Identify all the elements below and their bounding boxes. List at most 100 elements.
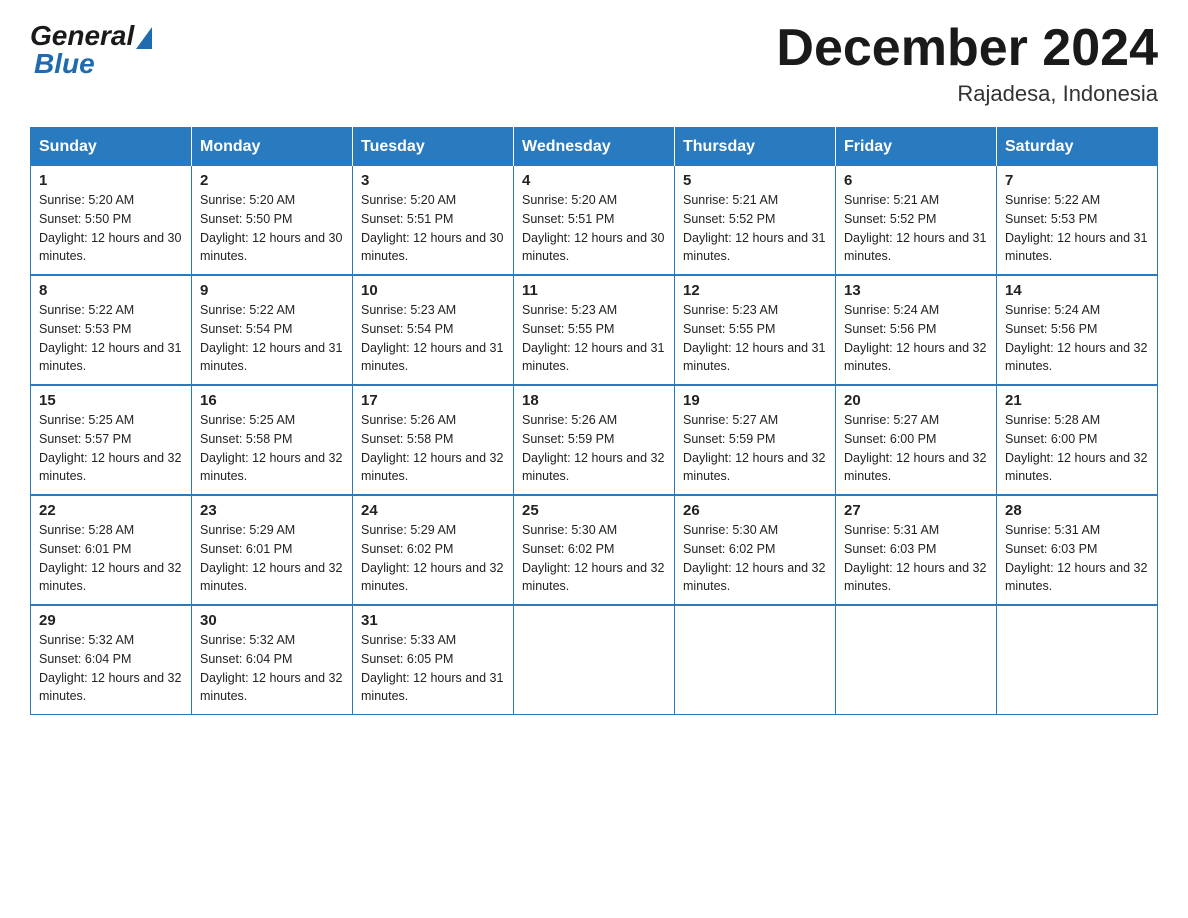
day-info: Sunrise: 5:22 AMSunset: 5:53 PMDaylight:…	[39, 303, 181, 373]
calendar-cell	[997, 605, 1158, 715]
calendar-header-wednesday: Wednesday	[514, 128, 675, 167]
title-section: December 2024 Rajadesa, Indonesia	[776, 20, 1158, 107]
calendar-cell: 13 Sunrise: 5:24 AMSunset: 5:56 PMDaylig…	[836, 275, 997, 385]
day-info: Sunrise: 5:21 AMSunset: 5:52 PMDaylight:…	[844, 193, 986, 263]
day-info: Sunrise: 5:23 AMSunset: 5:55 PMDaylight:…	[522, 303, 664, 373]
day-number: 20	[844, 392, 988, 409]
calendar-cell	[836, 605, 997, 715]
day-info: Sunrise: 5:32 AMSunset: 6:04 PMDaylight:…	[200, 633, 342, 703]
day-number: 27	[844, 502, 988, 519]
day-info: Sunrise: 5:33 AMSunset: 6:05 PMDaylight:…	[361, 633, 503, 703]
day-number: 25	[522, 502, 666, 519]
month-title: December 2024	[776, 20, 1158, 77]
day-info: Sunrise: 5:28 AMSunset: 6:01 PMDaylight:…	[39, 523, 181, 593]
calendar-header-saturday: Saturday	[997, 128, 1158, 167]
calendar-cell: 17 Sunrise: 5:26 AMSunset: 5:58 PMDaylig…	[353, 385, 514, 495]
calendar-cell: 26 Sunrise: 5:30 AMSunset: 6:02 PMDaylig…	[675, 495, 836, 605]
day-info: Sunrise: 5:29 AMSunset: 6:01 PMDaylight:…	[200, 523, 342, 593]
day-number: 18	[522, 392, 666, 409]
calendar-cell: 10 Sunrise: 5:23 AMSunset: 5:54 PMDaylig…	[353, 275, 514, 385]
day-info: Sunrise: 5:27 AMSunset: 6:00 PMDaylight:…	[844, 413, 986, 483]
day-number: 17	[361, 392, 505, 409]
day-number: 5	[683, 172, 827, 189]
logo-blue-text: Blue	[30, 48, 95, 80]
day-number: 13	[844, 282, 988, 299]
day-info: Sunrise: 5:25 AMSunset: 5:57 PMDaylight:…	[39, 413, 181, 483]
calendar-cell: 9 Sunrise: 5:22 AMSunset: 5:54 PMDayligh…	[192, 275, 353, 385]
day-info: Sunrise: 5:28 AMSunset: 6:00 PMDaylight:…	[1005, 413, 1147, 483]
day-number: 12	[683, 282, 827, 299]
calendar-week-row: 15 Sunrise: 5:25 AMSunset: 5:57 PMDaylig…	[31, 385, 1158, 495]
calendar-cell: 2 Sunrise: 5:20 AMSunset: 5:50 PMDayligh…	[192, 166, 353, 275]
day-number: 19	[683, 392, 827, 409]
calendar-week-row: 22 Sunrise: 5:28 AMSunset: 6:01 PMDaylig…	[31, 495, 1158, 605]
day-number: 1	[39, 172, 183, 189]
calendar-cell: 20 Sunrise: 5:27 AMSunset: 6:00 PMDaylig…	[836, 385, 997, 495]
calendar-cell: 6 Sunrise: 5:21 AMSunset: 5:52 PMDayligh…	[836, 166, 997, 275]
calendar-cell: 3 Sunrise: 5:20 AMSunset: 5:51 PMDayligh…	[353, 166, 514, 275]
day-number: 11	[522, 282, 666, 299]
day-info: Sunrise: 5:24 AMSunset: 5:56 PMDaylight:…	[1005, 303, 1147, 373]
calendar-cell: 16 Sunrise: 5:25 AMSunset: 5:58 PMDaylig…	[192, 385, 353, 495]
day-number: 14	[1005, 282, 1149, 299]
calendar-cell: 24 Sunrise: 5:29 AMSunset: 6:02 PMDaylig…	[353, 495, 514, 605]
calendar-cell: 11 Sunrise: 5:23 AMSunset: 5:55 PMDaylig…	[514, 275, 675, 385]
day-number: 2	[200, 172, 344, 189]
day-info: Sunrise: 5:31 AMSunset: 6:03 PMDaylight:…	[1005, 523, 1147, 593]
calendar-header-monday: Monday	[192, 128, 353, 167]
day-info: Sunrise: 5:31 AMSunset: 6:03 PMDaylight:…	[844, 523, 986, 593]
day-number: 31	[361, 612, 505, 629]
calendar-header-tuesday: Tuesday	[353, 128, 514, 167]
calendar-week-row: 1 Sunrise: 5:20 AMSunset: 5:50 PMDayligh…	[31, 166, 1158, 275]
day-number: 10	[361, 282, 505, 299]
calendar-cell	[514, 605, 675, 715]
day-info: Sunrise: 5:23 AMSunset: 5:55 PMDaylight:…	[683, 303, 825, 373]
calendar-cell: 1 Sunrise: 5:20 AMSunset: 5:50 PMDayligh…	[31, 166, 192, 275]
day-info: Sunrise: 5:22 AMSunset: 5:54 PMDaylight:…	[200, 303, 342, 373]
calendar-cell: 25 Sunrise: 5:30 AMSunset: 6:02 PMDaylig…	[514, 495, 675, 605]
calendar-cell: 14 Sunrise: 5:24 AMSunset: 5:56 PMDaylig…	[997, 275, 1158, 385]
day-info: Sunrise: 5:23 AMSunset: 5:54 PMDaylight:…	[361, 303, 503, 373]
calendar-header-sunday: Sunday	[31, 128, 192, 167]
calendar-cell: 19 Sunrise: 5:27 AMSunset: 5:59 PMDaylig…	[675, 385, 836, 495]
calendar-week-row: 8 Sunrise: 5:22 AMSunset: 5:53 PMDayligh…	[31, 275, 1158, 385]
day-number: 24	[361, 502, 505, 519]
calendar-cell: 27 Sunrise: 5:31 AMSunset: 6:03 PMDaylig…	[836, 495, 997, 605]
calendar-header-row: SundayMondayTuesdayWednesdayThursdayFrid…	[31, 128, 1158, 167]
day-number: 22	[39, 502, 183, 519]
day-number: 16	[200, 392, 344, 409]
day-number: 8	[39, 282, 183, 299]
day-info: Sunrise: 5:20 AMSunset: 5:51 PMDaylight:…	[361, 193, 503, 263]
day-info: Sunrise: 5:22 AMSunset: 5:53 PMDaylight:…	[1005, 193, 1147, 263]
calendar-header-friday: Friday	[836, 128, 997, 167]
location-text: Rajadesa, Indonesia	[776, 81, 1158, 107]
calendar-cell	[675, 605, 836, 715]
day-number: 4	[522, 172, 666, 189]
calendar-cell: 15 Sunrise: 5:25 AMSunset: 5:57 PMDaylig…	[31, 385, 192, 495]
calendar-cell: 30 Sunrise: 5:32 AMSunset: 6:04 PMDaylig…	[192, 605, 353, 715]
day-number: 6	[844, 172, 988, 189]
calendar-cell: 21 Sunrise: 5:28 AMSunset: 6:00 PMDaylig…	[997, 385, 1158, 495]
day-info: Sunrise: 5:26 AMSunset: 5:58 PMDaylight:…	[361, 413, 503, 483]
day-number: 21	[1005, 392, 1149, 409]
calendar-cell: 5 Sunrise: 5:21 AMSunset: 5:52 PMDayligh…	[675, 166, 836, 275]
day-info: Sunrise: 5:26 AMSunset: 5:59 PMDaylight:…	[522, 413, 664, 483]
day-number: 3	[361, 172, 505, 189]
day-info: Sunrise: 5:30 AMSunset: 6:02 PMDaylight:…	[522, 523, 664, 593]
calendar-cell: 31 Sunrise: 5:33 AMSunset: 6:05 PMDaylig…	[353, 605, 514, 715]
day-info: Sunrise: 5:20 AMSunset: 5:50 PMDaylight:…	[39, 193, 181, 263]
page-header: General Blue December 2024 Rajadesa, Ind…	[30, 20, 1158, 107]
day-number: 9	[200, 282, 344, 299]
day-info: Sunrise: 5:25 AMSunset: 5:58 PMDaylight:…	[200, 413, 342, 483]
calendar-cell: 4 Sunrise: 5:20 AMSunset: 5:51 PMDayligh…	[514, 166, 675, 275]
calendar-cell: 18 Sunrise: 5:26 AMSunset: 5:59 PMDaylig…	[514, 385, 675, 495]
day-info: Sunrise: 5:29 AMSunset: 6:02 PMDaylight:…	[361, 523, 503, 593]
calendar-cell: 22 Sunrise: 5:28 AMSunset: 6:01 PMDaylig…	[31, 495, 192, 605]
day-info: Sunrise: 5:24 AMSunset: 5:56 PMDaylight:…	[844, 303, 986, 373]
calendar-week-row: 29 Sunrise: 5:32 AMSunset: 6:04 PMDaylig…	[31, 605, 1158, 715]
day-number: 28	[1005, 502, 1149, 519]
day-info: Sunrise: 5:21 AMSunset: 5:52 PMDaylight:…	[683, 193, 825, 263]
calendar-cell: 7 Sunrise: 5:22 AMSunset: 5:53 PMDayligh…	[997, 166, 1158, 275]
day-number: 29	[39, 612, 183, 629]
day-info: Sunrise: 5:20 AMSunset: 5:51 PMDaylight:…	[522, 193, 664, 263]
